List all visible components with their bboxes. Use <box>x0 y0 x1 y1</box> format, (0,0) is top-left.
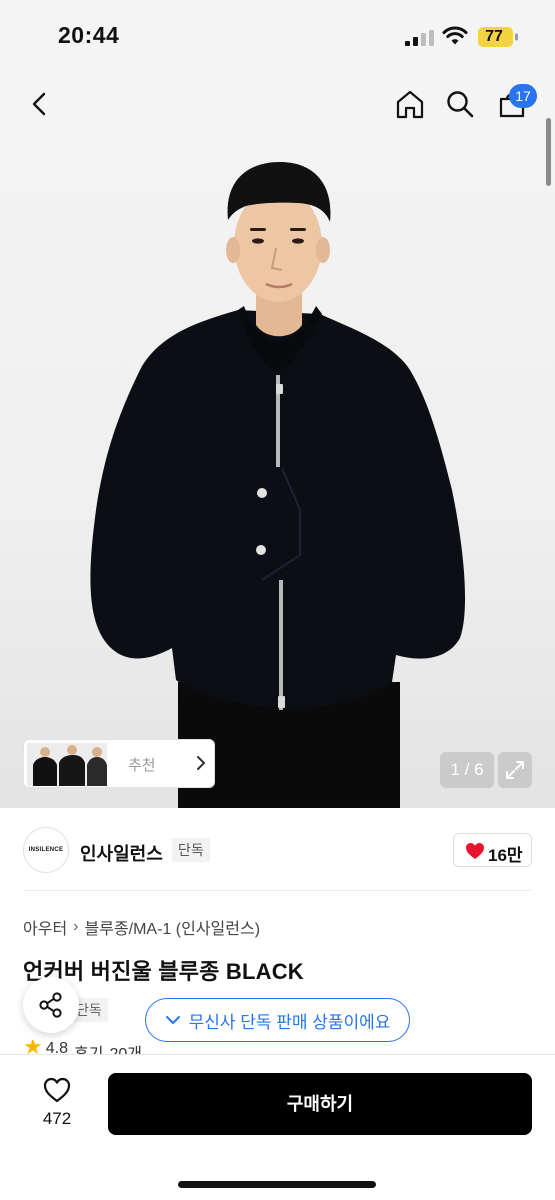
brand-like-count: 16만 <box>488 846 523 865</box>
product-photo <box>90 162 466 808</box>
home-icon <box>396 90 424 119</box>
back-button[interactable] <box>18 82 62 126</box>
expand-icon <box>506 761 524 779</box>
recommend-styling-button[interactable]: 추천 <box>23 739 215 788</box>
wishlist-count: 472 <box>42 1109 72 1128</box>
brand-logo[interactable]: INSILENCE <box>23 827 69 873</box>
wifi-icon <box>442 26 468 45</box>
scroll-indicator[interactable] <box>546 118 551 186</box>
share-icon <box>39 992 62 1018</box>
heart-outline-icon <box>43 1077 71 1103</box>
recommend-thumbnail <box>27 743 107 786</box>
status-bar: 20:44 77 <box>0 0 555 70</box>
back-icon <box>32 92 46 116</box>
chevron-down-icon <box>165 1016 180 1024</box>
status-time: 20:44 <box>58 22 120 48</box>
recommend-label: 추천 <box>128 757 156 774</box>
image-page-counter: 1 / 6 <box>440 752 494 788</box>
exclusive-sale-text: 무신사 단독 판매 상품이에요 <box>188 1012 391 1032</box>
divider <box>23 890 532 891</box>
buy-button[interactable]: 구매하기 <box>108 1073 532 1135</box>
share-button[interactable] <box>23 977 79 1033</box>
breadcrumb-item-blouson[interactable]: 블루종/MA-1 (인사일런스) <box>85 915 261 939</box>
expand-image-button[interactable] <box>498 752 532 788</box>
search-button[interactable] <box>438 82 482 126</box>
breadcrumb: 아우터 › 블루종/MA-1 (인사일런스) <box>23 915 260 939</box>
battery-level: 77 <box>485 28 503 45</box>
cart-count-badge: 17 <box>509 84 537 108</box>
bottom-purchase-bar: 472 구매하기 <box>0 1054 555 1200</box>
chevron-right-icon <box>197 756 205 770</box>
heart-icon <box>466 843 484 859</box>
wishlist-button[interactable]: 472 <box>30 1075 84 1135</box>
brand-exclusive-tag: 단독 <box>172 838 210 862</box>
brand-name[interactable]: 인사일런스 <box>80 840 163 866</box>
home-button[interactable] <box>388 82 432 126</box>
cellular-signal-icon <box>405 30 434 46</box>
search-icon <box>447 91 474 118</box>
brand-like-button[interactable]: 16만 <box>453 833 532 867</box>
exclusive-sale-banner[interactable]: 무신사 단독 판매 상품이에요 <box>145 998 410 1042</box>
brand-row: INSILENCE 인사일런스 단독 16만 <box>0 820 555 880</box>
home-indicator <box>178 1181 376 1188</box>
chevron-right-icon: › <box>73 918 79 935</box>
breadcrumb-item-outer[interactable]: 아우터 <box>23 915 67 939</box>
product-image-gallery[interactable] <box>0 70 555 808</box>
